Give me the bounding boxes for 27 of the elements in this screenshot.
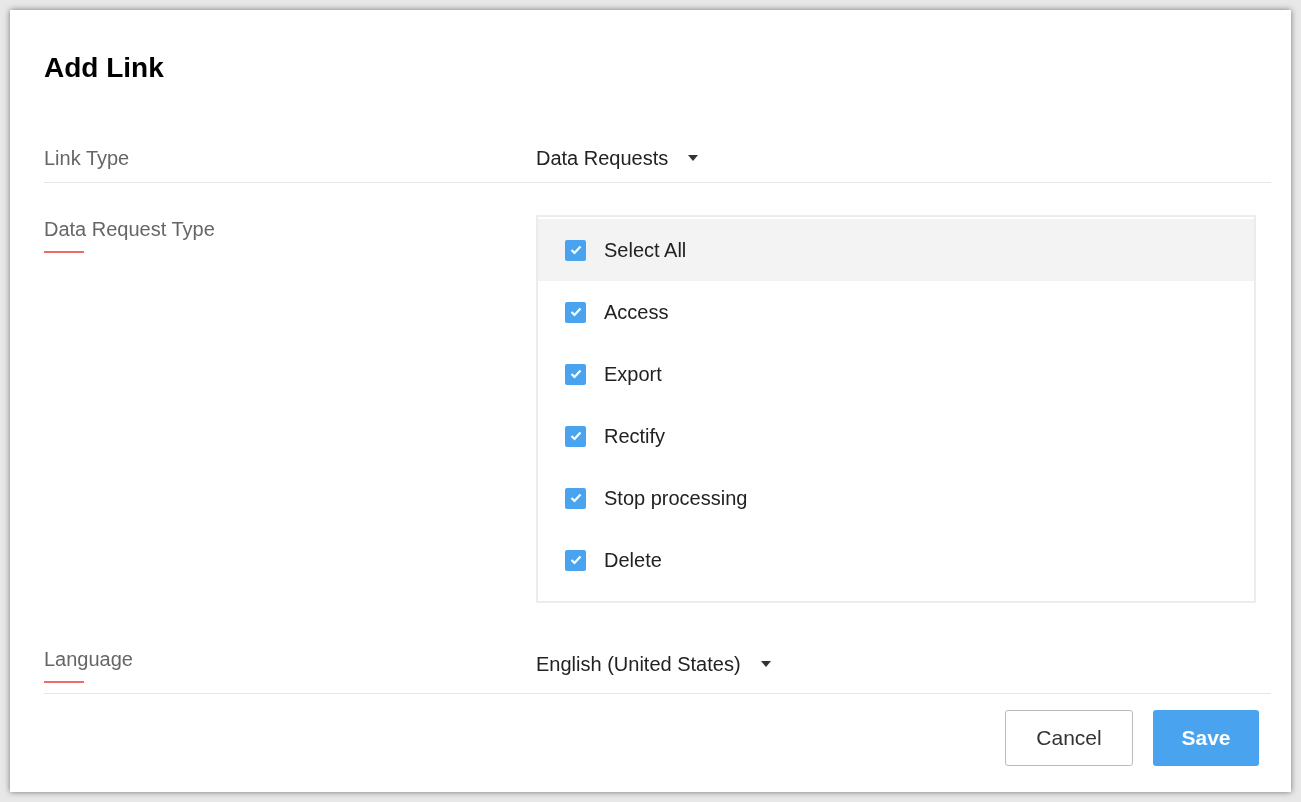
dialog-title: Add Link bbox=[44, 51, 164, 85]
checkbox[interactable] bbox=[565, 487, 586, 509]
checklist-item[interactable]: Delete bbox=[538, 529, 1254, 591]
checkmark-icon bbox=[569, 245, 582, 255]
checkbox[interactable] bbox=[565, 301, 586, 323]
checklist-item[interactable]: Access bbox=[538, 281, 1254, 343]
checkmark-icon bbox=[569, 369, 582, 379]
checkbox[interactable] bbox=[565, 239, 586, 261]
field-label: Language bbox=[44, 647, 133, 672]
field-label: Link Type bbox=[44, 146, 130, 171]
caret-icon bbox=[688, 155, 699, 161]
dropdown[interactable]: Data Requests bbox=[536, 144, 699, 172]
checklist-item[interactable]: Stop processing bbox=[538, 467, 1254, 529]
checklist-item[interactable]: Rectify bbox=[538, 405, 1254, 467]
checkbox[interactable] bbox=[565, 425, 586, 447]
checkbox[interactable] bbox=[565, 363, 586, 385]
caret-icon bbox=[760, 661, 771, 667]
checkmark-icon bbox=[569, 555, 582, 565]
checkbox[interactable] bbox=[565, 549, 586, 571]
cancel-button[interactable]: Cancel bbox=[1005, 710, 1133, 766]
checkmark-icon bbox=[569, 307, 582, 317]
dropdown[interactable]: English (United States) bbox=[536, 645, 771, 683]
checklist-item[interactable]: Export bbox=[538, 343, 1254, 405]
checkmark-icon bbox=[569, 493, 582, 503]
checklist-item[interactable]: Select All bbox=[538, 219, 1254, 281]
field-label: Data Request Type bbox=[44, 217, 215, 242]
checkmark-icon bbox=[569, 431, 582, 441]
